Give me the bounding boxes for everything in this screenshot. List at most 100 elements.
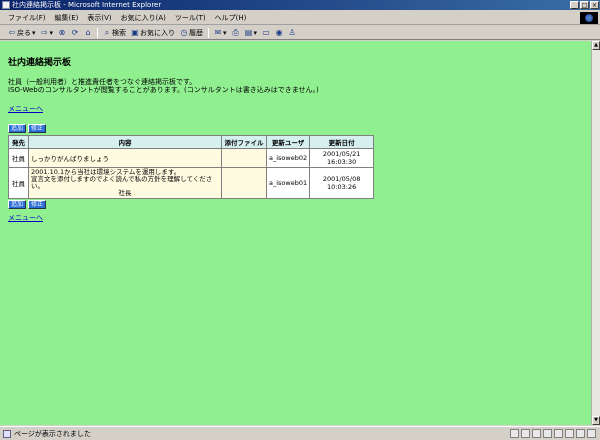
edit-page-button[interactable]: ▤ ▾: [244, 27, 258, 37]
header-sender: 発先: [8, 135, 29, 149]
contacts-icon: ♙: [288, 27, 296, 37]
mail-dropdown-icon[interactable]: ▾: [223, 29, 227, 37]
tray-icon[interactable]: [587, 429, 596, 438]
messenger-button[interactable]: ◉: [275, 27, 283, 37]
history-button[interactable]: ◷ 履歴: [180, 27, 204, 38]
window-title: 社内連絡掲示板 - Microsoft Internet Explorer: [12, 1, 162, 9]
favorites-label: お気に入り: [140, 28, 176, 37]
history-label: 履歴: [189, 28, 204, 37]
table-header-row: 発先 内容 添付ファイル 更新ユーザ 更新日付: [8, 135, 375, 149]
header-updated-date: 更新日付: [309, 135, 375, 149]
refresh-icon: ⟳: [71, 27, 79, 37]
header-content: 内容: [28, 135, 222, 149]
menu-link-top[interactable]: メニューへ: [8, 104, 43, 114]
forward-button[interactable]: ⇨ ▾: [41, 27, 54, 37]
tray-icon[interactable]: [554, 429, 563, 438]
row-date: 2001/05/21 16:03:30: [309, 148, 375, 168]
page-status-icon: [3, 429, 11, 438]
maximize-button[interactable]: □: [580, 1, 589, 9]
back-button[interactable]: ⇦ 戻る ▾: [8, 28, 36, 38]
forward-dropdown-icon[interactable]: ▾: [50, 29, 54, 37]
row-date: 2001/05/08 10:03:26: [309, 167, 375, 199]
discuss-button[interactable]: ▭: [262, 27, 270, 37]
back-arrow-icon: ⇦: [8, 27, 16, 37]
ie-logo-icon: [580, 12, 598, 24]
row-user: a_isoweb02: [265, 148, 311, 168]
add-button-bottom[interactable]: 追加: [8, 200, 27, 209]
mail-button[interactable]: ✉ ▾: [214, 27, 227, 37]
row-attachment[interactable]: [221, 167, 267, 199]
forward-arrow-icon: ⇨: [41, 27, 48, 37]
page-description: 社員（一般利用者）と推進責任者をつなぐ連絡掲示板です。 ISO-Webのコンサル…: [8, 78, 585, 94]
row-attachment[interactable]: [221, 148, 267, 168]
search-button[interactable]: ⌕ 検索: [103, 28, 126, 38]
back-dropdown-icon[interactable]: ▾: [32, 29, 36, 37]
contacts-button[interactable]: ♙: [288, 27, 296, 37]
close-button[interactable]: ×: [590, 1, 599, 9]
home-button[interactable]: ⌂: [84, 27, 92, 37]
stop-button[interactable]: ⊗: [58, 27, 66, 37]
search-icon: ⌕: [104, 27, 110, 37]
description-line-1: 社員（一般利用者）と推進責任者をつなぐ連絡掲示板です。: [8, 78, 197, 86]
menu-link-bottom[interactable]: メニューへ: [8, 213, 43, 223]
vertical-scrollbar[interactable]: ▲ ▼: [591, 41, 600, 425]
edit-dropdown-icon[interactable]: ▾: [254, 29, 258, 37]
tray-icon[interactable]: [565, 429, 574, 438]
scroll-down-icon[interactable]: ▼: [592, 416, 600, 425]
menu-edit[interactable]: 編集(E): [55, 13, 79, 23]
edit-button-top[interactable]: 修正: [28, 124, 47, 133]
discuss-icon: ▭: [262, 27, 270, 37]
window-titlebar: 社内連絡掲示板 - Microsoft Internet Explorer _ …: [0, 0, 600, 10]
status-bar: ページが表示されました: [0, 426, 600, 440]
mail-icon: ✉: [214, 27, 222, 37]
favorites-button[interactable]: ▣ お気に入り: [131, 28, 175, 38]
toolbar-separator: [97, 27, 99, 38]
back-label: 戻る: [17, 28, 31, 37]
refresh-button[interactable]: ⟳: [71, 27, 79, 37]
page-title: 社内連絡掲示板: [8, 58, 72, 68]
home-icon: ⌂: [85, 27, 91, 37]
tray-icon[interactable]: [543, 429, 552, 438]
row-content: 2001.10.1から当社は環境システムを運用します。 宣言文を添付しますのでよ…: [28, 167, 222, 199]
messenger-icon: ◉: [275, 27, 283, 37]
row-sender: 社員: [8, 148, 29, 168]
table-row[interactable]: 社員 2001.10.1から当社は環境システムを運用します。 宣言文を添付します…: [8, 167, 375, 199]
menu-help[interactable]: ヘルプ(H): [215, 13, 247, 23]
tray-icon[interactable]: [532, 429, 541, 438]
page-content: 社内連絡掲示板 社員（一般利用者）と推進責任者をつなぐ連絡掲示板です。 ISO-…: [0, 41, 591, 425]
favorites-icon: ▣: [131, 27, 139, 37]
menu-favorites[interactable]: お気に入り(A): [121, 13, 166, 23]
menu-file[interactable]: ファイル(F): [8, 13, 46, 23]
print-icon: ⎙: [232, 27, 239, 37]
bulletin-table: 発先 内容 添付ファイル 更新ユーザ 更新日付 社員 しっかりがんばりましょう …: [8, 135, 375, 199]
stop-icon: ⊗: [58, 27, 66, 37]
search-label: 検索: [112, 28, 127, 37]
header-attachment: 添付ファイル: [221, 135, 267, 149]
action-buttons-bottom: 追加 修正: [8, 200, 585, 209]
menu-view[interactable]: 表示(V): [87, 13, 111, 23]
table-row[interactable]: 社員 しっかりがんばりましょう a_isoweb02 2001/05/21 16…: [8, 148, 375, 168]
tray-icon[interactable]: [521, 429, 530, 438]
tray-icon[interactable]: [576, 429, 585, 438]
content-line: 宣言文を添付しますのでよく読んで私の方針を理解してください。: [31, 175, 213, 190]
ie-page-icon: [2, 1, 10, 9]
edit-button-bottom[interactable]: 修正: [28, 200, 47, 209]
edit-page-icon: ▤: [244, 27, 253, 37]
menu-tools[interactable]: ツール(T): [175, 13, 206, 23]
menu-bar: ファイル(F) 編集(E) 表示(V) お気に入り(A) ツール(T) ヘルプ(…: [0, 11, 600, 25]
toolbar: ⇦ 戻る ▾ ⇨ ▾ ⊗ ⟳ ⌂ ⌕ 検索 ▣ お気に入り ◷ 履歴 ✉ ▾ ⎙ …: [0, 26, 600, 40]
row-user: a_isoweb01: [265, 167, 311, 199]
history-icon: ◷: [180, 27, 188, 37]
system-tray: [510, 429, 600, 438]
print-button[interactable]: ⎙: [232, 27, 240, 37]
minimize-button[interactable]: _: [570, 1, 579, 9]
row-sender: 社員: [8, 167, 29, 199]
scroll-up-icon[interactable]: ▲: [592, 41, 600, 50]
add-button-top[interactable]: 追加: [8, 124, 27, 133]
status-text: ページが表示されました: [14, 429, 91, 438]
tray-icon[interactable]: [510, 429, 519, 438]
action-buttons-top: 追加 修正: [8, 124, 585, 133]
description-line-2: ISO-Webのコンサルタントが閲覧することがあります。(コンサルタントは書き込…: [8, 86, 319, 94]
content-signature: 社長: [118, 189, 132, 197]
toolbar-separator: [208, 27, 210, 38]
